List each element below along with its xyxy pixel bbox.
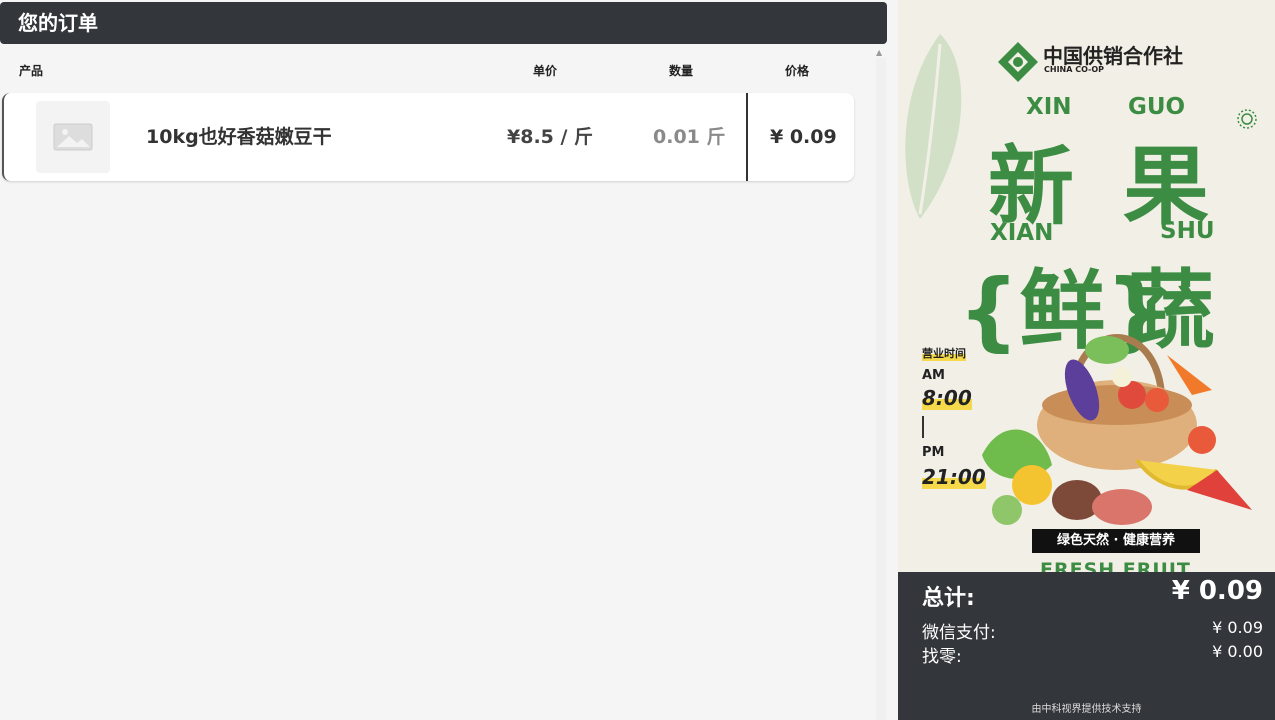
pm-label: PM — [922, 445, 945, 460]
china-coop-logo-icon — [998, 42, 1038, 82]
slogan-banner: 绿色天然 · 健康营养 — [1032, 529, 1200, 553]
product-line-total: ¥ 0.09 — [770, 126, 837, 148]
right-panel: 中国供销合作社 CHINA CO-OP XIN GUO 新 果 XIAN SHU… — [898, 0, 1275, 720]
change-label: 找零: — [922, 647, 962, 667]
product-name: 10kg也好香菇嫩豆干 — [146, 126, 332, 148]
vegetable-basket-illustration-icon — [982, 334, 1252, 525]
business-hours-title: 营业时间 — [922, 345, 966, 361]
checkout-screen: 您的订单 产品 单价 数量 价格 ▲ 10kg也好香菇嫩豆干 ¥8.5 / 斤 … — [0, 0, 1275, 720]
fresh-fruit-text: FRESH FRUIT — [1040, 559, 1191, 572]
payment-summary: 总计: ¥ 0.09 微信支付: ¥ 0.09 找零: ¥ 0.00 由中科视界… — [898, 572, 1275, 720]
wechat-pay-label: 微信支付: — [922, 623, 996, 643]
change-value: ¥ 0.00 — [1212, 642, 1263, 661]
hours-divider — [922, 416, 924, 438]
tech-support-note: 由中科视界提供技术支持 — [1031, 704, 1142, 715]
column-header-price: 价格 — [785, 64, 810, 78]
column-header-product: 产品 — [19, 64, 44, 78]
scrollbar[interactable] — [876, 58, 886, 720]
order-title: 您的订单 — [0, 2, 887, 44]
order-item-row[interactable]: 10kg也好香菇嫩豆干 ¥8.5 / 斤 0.01 斤 ¥ 0.09 — [2, 93, 854, 181]
brand-name-en: CHINA CO-OP — [1044, 65, 1105, 74]
scroll-up-arrow-icon[interactable]: ▲ — [876, 48, 884, 57]
ring-decoration-icon — [1237, 109, 1257, 129]
total-value: ¥ 0.09 — [1171, 576, 1263, 606]
am-label: AM — [922, 368, 945, 383]
promo-poster: 中国供销合作社 CHINA CO-OP XIN GUO 新 果 XIAN SHU… — [898, 0, 1275, 572]
image-placeholder-icon — [36, 101, 110, 173]
product-quantity: 0.01 斤 — [653, 126, 726, 148]
order-panel: 您的订单 产品 单价 数量 价格 ▲ 10kg也好香菇嫩豆干 ¥8.5 / 斤 … — [0, 0, 887, 720]
row-divider — [746, 93, 748, 181]
total-label: 总计: — [922, 586, 975, 611]
column-header-unit-price: 单价 — [533, 64, 558, 78]
wechat-pay-value: ¥ 0.09 — [1212, 618, 1263, 637]
column-header-quantity: 数量 — [669, 64, 694, 78]
leaf-decoration-icon — [905, 34, 962, 219]
product-unit-price: ¥8.5 / 斤 — [507, 126, 594, 148]
